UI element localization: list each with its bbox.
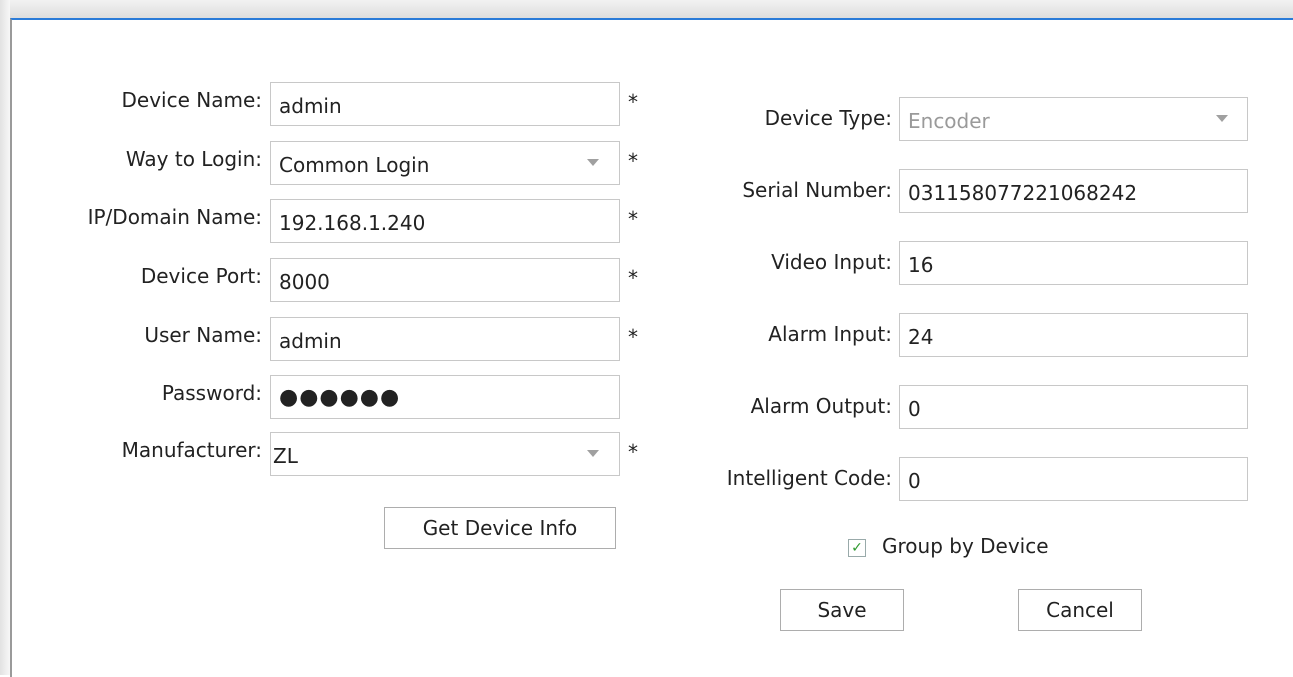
device-port-input[interactable]: 8000 bbox=[270, 258, 620, 302]
intelligent-code-field[interactable]: 0 bbox=[899, 457, 1248, 501]
chevron-down-icon[interactable] bbox=[587, 450, 599, 457]
get-device-info-button[interactable]: Get Device Info bbox=[384, 507, 616, 549]
manufacturer-select[interactable]: ZL bbox=[270, 432, 620, 476]
manufacturer-required: * bbox=[628, 440, 638, 464]
device-name-input[interactable]: admin bbox=[270, 82, 620, 126]
group-by-device-checkbox[interactable]: ✓ bbox=[848, 539, 866, 557]
chevron-down-icon[interactable] bbox=[587, 159, 599, 166]
device-type-label: Device Type: bbox=[764, 106, 892, 130]
password-input[interactable]: ●●●●●● bbox=[270, 375, 620, 419]
device-name-label: Device Name: bbox=[121, 88, 263, 112]
way-to-login-value: Common Login bbox=[279, 153, 430, 177]
device-port-label: Device Port: bbox=[140, 264, 262, 288]
video-input-field[interactable]: 16 bbox=[899, 241, 1248, 285]
add-device-dialog: Device Name: admin * Way to Login: Commo… bbox=[10, 18, 1293, 677]
cancel-button[interactable]: Cancel bbox=[1018, 589, 1142, 631]
group-by-device-label[interactable]: Group by Device bbox=[882, 534, 1049, 558]
ip-domain-label: IP/Domain Name: bbox=[87, 205, 262, 229]
device-type-value: Encoder bbox=[908, 109, 990, 133]
ip-domain-required: * bbox=[628, 207, 638, 231]
user-name-label: User Name: bbox=[144, 323, 262, 347]
device-type-select[interactable]: Encoder bbox=[899, 97, 1248, 141]
password-label: Password: bbox=[161, 381, 262, 405]
alarm-output-field[interactable]: 0 bbox=[899, 385, 1248, 429]
manufacturer-value: ZL bbox=[273, 444, 298, 468]
chevron-down-icon[interactable] bbox=[1216, 115, 1228, 122]
alarm-output-label: Alarm Output: bbox=[750, 394, 892, 418]
alarm-input-label: Alarm Input: bbox=[768, 322, 892, 346]
serial-number-input[interactable]: 031158077221068242 bbox=[899, 169, 1248, 213]
user-name-input[interactable]: admin bbox=[270, 317, 620, 361]
video-input-label: Video Input: bbox=[771, 250, 892, 274]
way-to-login-required: * bbox=[628, 149, 638, 173]
ip-domain-input[interactable]: 192.168.1.240 bbox=[270, 199, 620, 243]
save-button[interactable]: Save bbox=[780, 589, 904, 631]
way-to-login-label: Way to Login: bbox=[125, 147, 262, 171]
manufacturer-label: Manufacturer: bbox=[121, 438, 262, 462]
alarm-input-field[interactable]: 24 bbox=[899, 313, 1248, 357]
serial-number-label: Serial Number: bbox=[742, 178, 892, 202]
intelligent-code-label: Intelligent Code: bbox=[726, 466, 892, 490]
window-left-border bbox=[0, 0, 10, 675]
way-to-login-select[interactable]: Common Login bbox=[270, 141, 620, 185]
